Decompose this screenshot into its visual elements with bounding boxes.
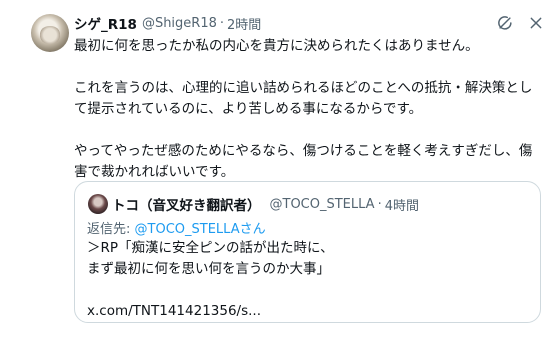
quoted-link[interactable]: x.com/TNT141421356/s... <box>87 301 527 322</box>
reply-mention[interactable]: @TOCO_STELLAさん <box>135 222 266 237</box>
quoted-avatar[interactable] <box>88 194 108 214</box>
quoted-timestamp[interactable]: 4時間 <box>385 195 419 214</box>
tweet-paragraph-2: これを言うのは、心理的に追い詰められるほどのことへの抵抗・解決策とし て提示され… <box>74 78 544 120</box>
quoted-line: まず最初に何を思い何を言うのか大事」 <box>87 261 330 277</box>
user-handle[interactable]: @ShigeR18 <box>142 16 217 31</box>
tweet-paragraph-1: 最初に何を思ったか私の内心を貴方に決められたくはありません。 <box>74 36 544 57</box>
close-icon[interactable] <box>528 15 544 31</box>
tweet-text: 最初に何を思ったか私の内心を貴方に決められたくはありません。 これを言うのは、心… <box>74 36 544 183</box>
reply-prefix: 返信先: <box>87 222 135 237</box>
display-name[interactable]: シゲ_R18 <box>74 13 137 33</box>
quoted-text: ＞RP「痴漢に安全ピンの話が出た時に、 まず最初に何を思い何を言うのか大事」 x… <box>87 238 527 322</box>
avatar[interactable] <box>31 14 69 52</box>
quoted-display-name[interactable]: トコ（音叉好き翻訳者） <box>112 194 261 214</box>
tweet-line: て提示されているのに、より苦しめる事になるからです。 <box>74 101 423 117</box>
quoted-handle[interactable]: @TOCO_STELLA <box>270 197 375 212</box>
quoted-line: ＞RP「痴漢に安全ピンの話が出た時に、 <box>87 240 334 256</box>
tweet-line: 害で裁かれればいいです。 <box>74 164 235 180</box>
separator: · <box>219 15 225 31</box>
reply-to: 返信先: @TOCO_STELLAさん <box>87 218 266 237</box>
quoted-header: トコ（音叉好き翻訳者） @TOCO_STELLA · 4時間 <box>112 193 419 215</box>
quoted-separator: · <box>377 196 382 212</box>
timestamp[interactable]: 2時間 <box>227 14 261 33</box>
tweet-line: やってやったぜ感のためにやるなら、傷つけることを軽く考えすぎだし、傷 <box>74 143 533 159</box>
grok-icon[interactable] <box>496 14 514 32</box>
quoted-blank-line <box>87 280 527 301</box>
quoted-tweet[interactable]: トコ（音叉好き翻訳者） @TOCO_STELLA · 4時間 返信先: @TOC… <box>74 181 541 323</box>
tweet-line: これを言うのは、心理的に追い詰められるほどのことへの抵抗・解決策とし <box>74 80 533 96</box>
tweet-line: 最初に何を思ったか私の内心を貴方に決められたくはありません。 <box>74 38 479 54</box>
tweet-header: シゲ_R18 @ShigeR18 · 2時間 <box>74 13 261 34</box>
tweet-paragraph-3: やってやったぜ感のためにやるなら、傷つけることを軽く考えすぎだし、傷 害で裁かれ… <box>74 141 544 183</box>
